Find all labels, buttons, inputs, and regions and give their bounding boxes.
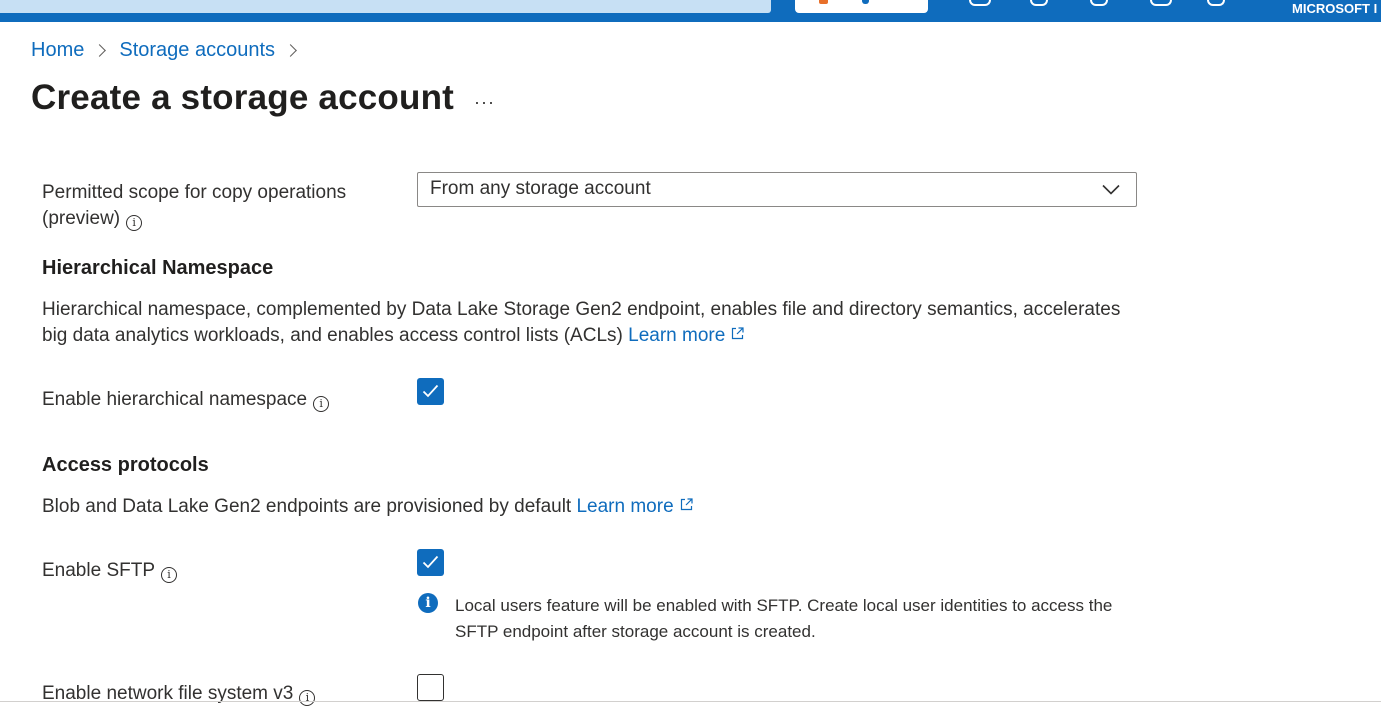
external-link-icon — [731, 327, 744, 340]
access-protocols-description: Blob and Data Lake Gen2 endpoints are pr… — [42, 494, 1142, 520]
enable-sftp-label: Enable SFTP i — [42, 558, 177, 584]
divider — [0, 701, 1381, 702]
help-icon[interactable] — [1150, 0, 1172, 6]
page-title: Create a storage account — [31, 78, 455, 117]
external-link-icon — [680, 498, 693, 511]
info-icon[interactable]: i — [313, 396, 330, 412]
checkmark-icon — [422, 384, 439, 398]
breadcrumb-storage-accounts[interactable]: Storage accounts — [119, 39, 275, 62]
checkmark-icon — [422, 555, 439, 569]
enable-hierarchical-namespace-label: Enable hierarchical namespace i — [42, 387, 330, 413]
hierarchical-namespace-heading: Hierarchical Namespace — [42, 257, 274, 279]
enable-nfs-label: Enable network file system v3 i — [42, 681, 316, 707]
copy-scope-dropdown[interactable]: From any storage account — [417, 172, 1137, 207]
hierarchical-namespace-description: Hierarchical namespace, complemented by … — [42, 299, 1121, 346]
info-icon[interactable]: i — [161, 567, 177, 583]
copy-scope-label: Permitted scope for copy operations (pre… — [42, 182, 347, 231]
chevron-right-icon — [93, 44, 107, 57]
info-filled-icon: i — [418, 593, 438, 613]
global-search-input[interactable] — [0, 0, 771, 13]
info-icon[interactable]: i — [299, 690, 316, 706]
access-protocols-learn-more-link[interactable]: Learn more — [576, 496, 693, 517]
cloud-shell-icon[interactable] — [969, 0, 991, 6]
chevron-down-icon — [1102, 182, 1120, 200]
breadcrumb: Home Storage accounts — [31, 39, 310, 62]
enable-nfs-checkbox[interactable] — [417, 674, 444, 701]
more-options-button[interactable]: ··· — [474, 92, 495, 113]
copilot-label-fragment — [862, 0, 869, 4]
feedback-icon[interactable] — [1207, 0, 1225, 6]
enable-sftp-checkbox[interactable] — [417, 549, 444, 576]
settings-icon[interactable] — [1090, 0, 1108, 6]
top-bar: MICROSOFT I — [0, 0, 1381, 22]
breadcrumb-home[interactable]: Home — [31, 39, 84, 62]
tenant-name[interactable]: MICROSOFT I — [1292, 1, 1377, 16]
enable-hierarchical-namespace-checkbox[interactable] — [417, 378, 444, 405]
sftp-notice-text: Local users feature will be enabled with… — [455, 596, 1113, 641]
access-protocols-heading: Access protocols — [42, 454, 209, 476]
copilot-icon — [819, 0, 828, 4]
copy-scope-selected-value: From any storage account — [430, 178, 651, 199]
chevron-right-icon — [284, 44, 297, 57]
info-icon[interactable]: i — [126, 215, 143, 231]
copilot-button[interactable] — [795, 0, 928, 13]
notifications-icon[interactable] — [1030, 0, 1048, 6]
hierarchical-namespace-learn-more-link[interactable]: Learn more — [628, 325, 744, 346]
